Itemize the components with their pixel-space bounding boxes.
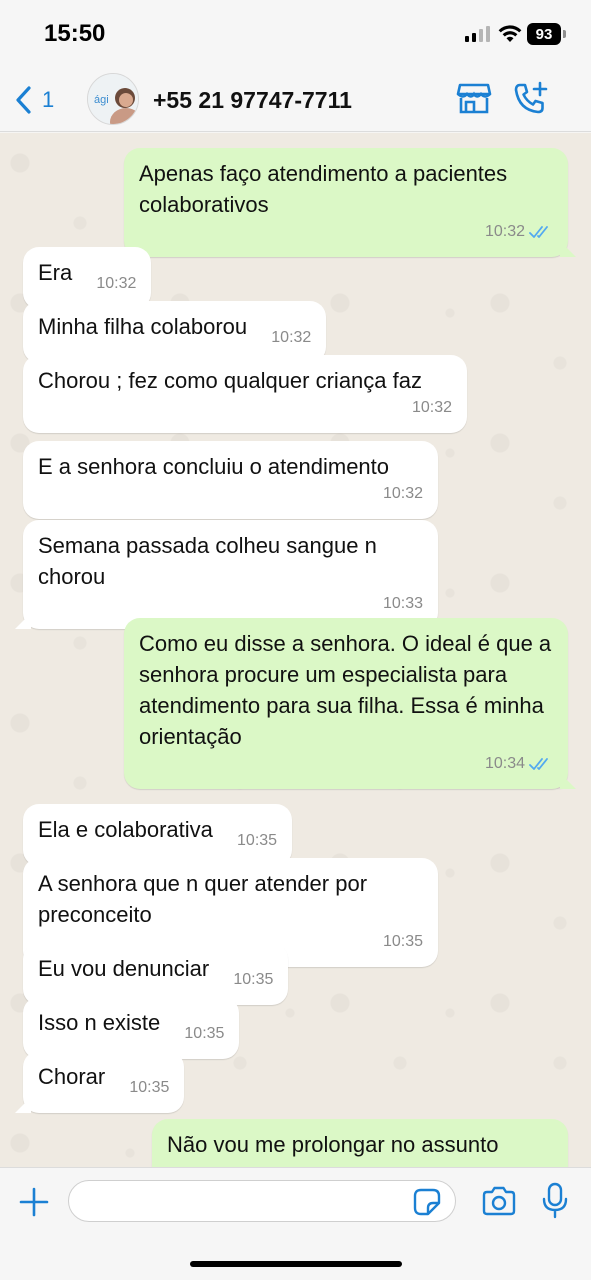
store-icon[interactable]: [456, 81, 492, 115]
message-time: 10:32: [271, 329, 312, 346]
signal-icon: [465, 26, 490, 42]
message-meta: 10:32: [38, 392, 452, 423]
message-time: 10:34: [484, 755, 525, 772]
message-outgoing[interactable]: Como eu disse a senhora. O ideal é que a…: [124, 618, 568, 789]
message-meta: 10:32: [139, 216, 553, 247]
message-text: Isso n existe: [38, 1010, 161, 1035]
message-time: 10:35: [129, 1079, 170, 1096]
message-incoming[interactable]: E a senhora concluiu o atendimento 10:32: [23, 441, 438, 519]
message-text: E a senhora concluiu o atendimento: [38, 454, 390, 479]
chat-header: 1 ági +55 21 97747-7711: [0, 68, 591, 132]
message-incoming[interactable]: Semana passada colheu sangue n chorou 10…: [23, 520, 438, 629]
contact-name[interactable]: +55 21 97747-7711: [153, 87, 352, 114]
chat-messages[interactable]: Apenas faço atendimento a pacientes cola…: [0, 133, 591, 1167]
message-meta: 10:33: [38, 588, 423, 619]
microphone-icon[interactable]: [541, 1182, 569, 1220]
message-text: A senhora que n quer atender por preconc…: [38, 871, 374, 927]
message-time: 10:32: [411, 399, 452, 416]
battery-nub: [563, 30, 566, 38]
message-outgoing[interactable]: Apenas faço atendimento a pacientes cola…: [124, 148, 568, 257]
status-time: 15:50: [44, 20, 106, 47]
message-time: 10:35: [184, 1025, 225, 1042]
message-time: 10:32: [484, 223, 525, 240]
message-meta: 10:34: [139, 748, 553, 779]
message-incoming[interactable]: Eu vou denunciar 10:35: [23, 943, 289, 1005]
message-text: Chorou ; fez como qualquer criança faz: [38, 368, 422, 393]
camera-icon[interactable]: [481, 1186, 517, 1216]
battery-level: 93: [527, 23, 561, 45]
message-time: 10:35: [237, 832, 278, 849]
message-time: 10:35: [382, 933, 423, 950]
back-chevron-icon: [16, 86, 31, 114]
call-add-icon[interactable]: [513, 81, 549, 117]
message-incoming[interactable]: Chorar 10:35: [23, 1051, 185, 1113]
message-input[interactable]: [68, 1180, 456, 1222]
home-indicator: [190, 1261, 402, 1267]
message-text: Não vou me prolongar no assunto: [167, 1132, 499, 1157]
status-bar: 15:50 93: [0, 0, 591, 68]
message-outgoing[interactable]: Não vou me prolongar no assunto: [152, 1119, 568, 1167]
message-time: 10:32: [382, 485, 423, 502]
message-text: Apenas faço atendimento a pacientes cola…: [139, 161, 514, 217]
avatar-logo-text: ági: [94, 94, 109, 106]
back-button[interactable]: 1: [14, 82, 54, 118]
message-time: 10:35: [233, 971, 274, 988]
message-text: Ela e colaborativa: [38, 817, 213, 842]
read-receipt-icon: [529, 757, 548, 770]
message-meta: 10:32: [38, 478, 423, 509]
back-unread-count: 1: [42, 87, 55, 112]
message-incoming[interactable]: Isso n existe 10:35: [23, 997, 240, 1059]
message-text: Chorar: [38, 1064, 106, 1089]
message-time: 10:32: [96, 275, 137, 292]
message-incoming[interactable]: Ela e colaborativa 10:35: [23, 804, 293, 866]
read-receipt-icon: [529, 225, 548, 238]
message-text: Como eu disse a senhora. O ideal é que a…: [139, 631, 558, 749]
message-incoming[interactable]: Era 10:32: [23, 247, 152, 309]
message-time: 10:33: [382, 595, 423, 612]
wifi-icon: [498, 25, 522, 42]
message-text: Minha filha colaborou: [38, 314, 248, 339]
plus-icon[interactable]: [18, 1186, 50, 1218]
message-incoming[interactable]: Minha filha colaborou 10:32: [23, 301, 327, 363]
message-incoming[interactable]: Chorou ; fez como qualquer criança faz 1…: [23, 355, 467, 433]
message-text: Semana passada colheu sangue n chorou: [38, 533, 383, 589]
avatar[interactable]: ági: [87, 73, 139, 125]
message-text: Eu vou denunciar: [38, 956, 210, 981]
sticker-icon[interactable]: [413, 1188, 441, 1216]
message-text: Era: [38, 260, 73, 285]
